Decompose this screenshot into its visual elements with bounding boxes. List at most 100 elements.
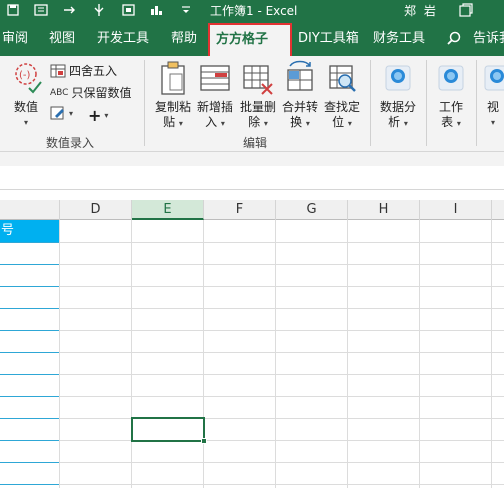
copy-paste-button[interactable]: 复制粘 贴 ▾ xyxy=(152,60,194,131)
customize-icon[interactable] xyxy=(176,1,196,19)
restore-icon[interactable] xyxy=(459,3,473,20)
save-icon[interactable] xyxy=(3,1,23,19)
arrow-icon[interactable] xyxy=(60,1,80,19)
find-icon xyxy=(329,65,356,92)
new-insert-label-2: 入 xyxy=(205,115,218,129)
separator xyxy=(370,60,371,146)
worksheet-label-1: 工作 xyxy=(438,100,463,114)
column-header-i[interactable]: I xyxy=(420,200,492,220)
fill-handle[interactable] xyxy=(201,438,207,444)
gridline xyxy=(0,374,504,375)
analysis-label-1: 数据分 xyxy=(379,100,416,114)
worksheet-label-2: 表 xyxy=(441,115,454,129)
gridline xyxy=(0,440,504,441)
find-locate-label-1: 查找定 xyxy=(323,100,360,114)
header-cell[interactable]: 号 xyxy=(0,220,59,242)
user-name[interactable]: 郑 岩 xyxy=(404,2,438,19)
tab-developer[interactable]: 开发工具 xyxy=(97,30,149,48)
batch-delete-label-2: 除 xyxy=(248,115,261,129)
gridline xyxy=(0,418,504,419)
merge-convert-label-2: 换 xyxy=(290,115,303,129)
gridline xyxy=(419,220,420,488)
edit-group-label: 编辑 xyxy=(243,136,268,150)
merge-icon xyxy=(287,60,313,91)
column-header-d[interactable]: D xyxy=(60,200,132,220)
column-header-h[interactable]: H xyxy=(348,200,420,220)
cell-border xyxy=(0,286,59,287)
tab-fangfanggezi[interactable]: 方方格子 xyxy=(208,23,292,56)
numeric-group-label: 数值录入 xyxy=(46,136,95,150)
image-icon[interactable] xyxy=(118,1,138,19)
cell-border xyxy=(0,308,59,309)
new-insert-button[interactable]: 新增插 入 ▾ xyxy=(194,60,236,131)
gridline xyxy=(0,308,504,309)
gridline xyxy=(0,242,504,243)
cell-border xyxy=(0,242,59,243)
view-label: 视 xyxy=(486,100,499,114)
spreadsheet-grid[interactable]: 号 xyxy=(0,220,504,488)
analysis-label-2: 析 xyxy=(388,115,401,129)
tab-finance-tools[interactable]: 财务工具 xyxy=(373,30,425,48)
title-bar: 工作簿1 - Excel 郑 岩 xyxy=(0,0,504,20)
column-headers: D E F G H I xyxy=(0,200,504,220)
worksheet-button[interactable]: 工作 表 ▾ xyxy=(432,60,470,131)
gridline xyxy=(203,220,204,488)
ribbon-spacer xyxy=(0,152,504,166)
merge-convert-button[interactable]: 合并转 换 ▾ xyxy=(279,60,321,131)
batch-delete-button[interactable]: 批量删 除 ▾ xyxy=(237,60,279,131)
keep-value-label: 只保留数值 xyxy=(71,86,132,100)
plus-icon: + xyxy=(88,106,102,125)
form-icon[interactable] xyxy=(31,1,51,19)
column-header-f[interactable]: F xyxy=(204,200,276,220)
column-header-e[interactable]: E xyxy=(132,200,204,220)
tab-review[interactable]: 审阅 xyxy=(2,30,28,48)
find-locate-button[interactable]: 查找定 位 ▾ xyxy=(321,60,363,131)
round-icon xyxy=(50,64,66,77)
value-icon: (-) xyxy=(15,63,42,94)
data-analysis-button[interactable]: 数据分 析 ▾ xyxy=(376,60,420,131)
window-title: 工作簿1 - Excel xyxy=(210,4,298,18)
gridline xyxy=(347,220,348,488)
gridline xyxy=(59,220,60,488)
merge-convert-label-1: 合并转 xyxy=(281,100,318,114)
edit-format-button[interactable]: ▾ xyxy=(50,106,73,120)
keep-value-button[interactable]: ABC 只保留数值 xyxy=(50,84,131,101)
selected-cell[interactable] xyxy=(131,417,207,444)
gridline xyxy=(491,220,492,488)
view-icon xyxy=(484,65,504,91)
clipboard-icon xyxy=(161,61,185,95)
abc-icon: ABC xyxy=(50,87,69,98)
gridline xyxy=(0,264,504,265)
pin-icon[interactable] xyxy=(89,1,109,19)
tab-diy-toolbox[interactable]: DIY工具箱 xyxy=(298,30,359,48)
cell-border xyxy=(0,462,59,463)
view-button[interactable]: 视 ▾ xyxy=(482,60,504,130)
batch-delete-label-1: 批量删 xyxy=(239,100,276,114)
tab-view[interactable]: 视图 xyxy=(49,30,75,48)
value-button[interactable]: (-) 数值 ▾ xyxy=(6,60,46,130)
tab-tell-me[interactable]: 告诉我 xyxy=(473,30,504,48)
copy-paste-label-2: 贴 xyxy=(163,115,176,129)
value-label: 数值 xyxy=(13,100,38,114)
find-locate-label-2: 位 xyxy=(332,115,345,129)
cell-border xyxy=(0,330,59,331)
cell-border xyxy=(0,440,59,441)
cell-border xyxy=(0,396,59,397)
separator xyxy=(426,60,427,146)
gridline xyxy=(131,220,132,488)
insert-rows-icon xyxy=(200,65,230,91)
formula-bar[interactable] xyxy=(0,166,504,190)
round-button[interactable]: 四舍五入 xyxy=(50,62,117,79)
cell-border xyxy=(0,264,59,265)
ribbon-tabs: 审阅 视图 开发工具 帮助 方方格子 DIY工具箱 财务工具 告诉我 xyxy=(0,20,504,56)
column-header-g[interactable]: G xyxy=(276,200,348,220)
tab-help[interactable]: 帮助 xyxy=(171,30,197,48)
column-header-blank[interactable] xyxy=(0,200,60,220)
add-button[interactable]: + ▾ xyxy=(88,106,108,125)
gridline xyxy=(0,396,504,397)
gridline xyxy=(275,220,276,488)
edit-icon xyxy=(50,106,64,120)
gridline xyxy=(0,330,504,331)
search-icon[interactable] xyxy=(447,31,461,48)
chart-icon[interactable] xyxy=(146,1,166,19)
